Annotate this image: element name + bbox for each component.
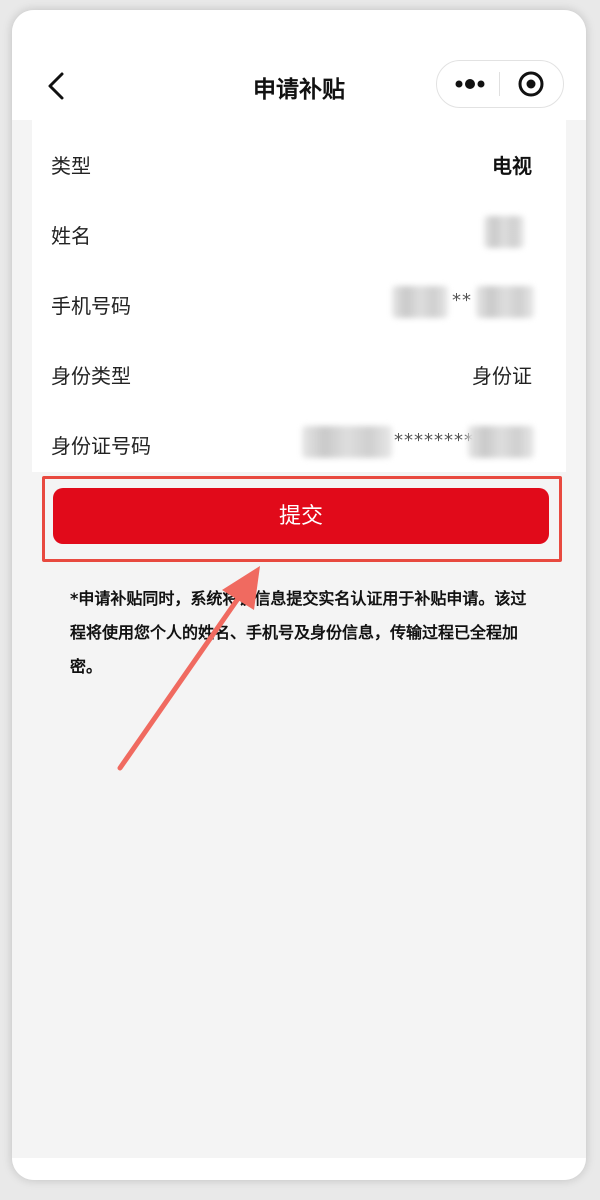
annotation-arrow-icon: [117, 566, 260, 771]
phone-screen: 申请补贴 类型 电视 姓名 手机号码 ** 身份类型 身份证 身份证号码 ***…: [12, 10, 586, 1180]
bottom-safe-area: [12, 1158, 586, 1180]
